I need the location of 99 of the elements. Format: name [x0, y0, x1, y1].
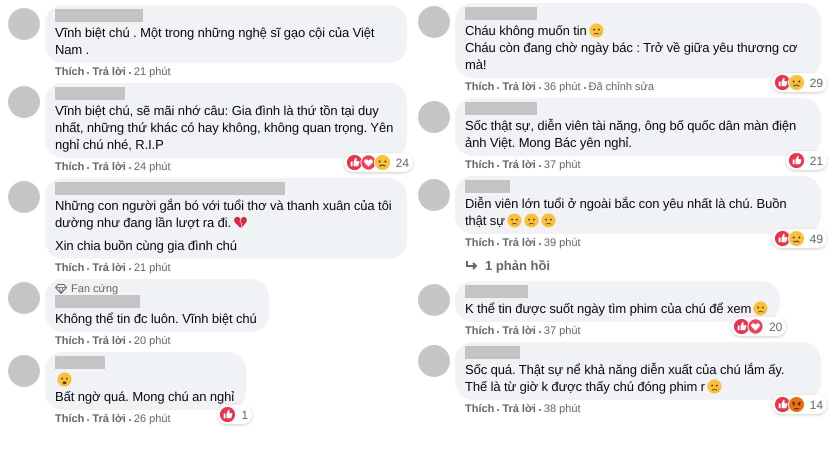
separator-dot — [497, 330, 500, 332]
comment-text: Không thể tin đc luôn. Vĩnh biệt chú — [55, 311, 257, 326]
reaction-count: 20 — [768, 320, 782, 334]
timestamp[interactable]: 20 phút — [134, 335, 171, 348]
reaction-badge[interactable]: 21 — [786, 151, 827, 170]
separator-dot — [538, 408, 541, 410]
like-link[interactable]: Thích — [465, 325, 494, 338]
avatar[interactable] — [418, 284, 450, 316]
like-link[interactable]: Thích — [465, 159, 494, 172]
reply-link[interactable]: Trả lời — [92, 335, 126, 348]
redacted-name — [465, 285, 528, 298]
replies-link[interactable]: 1 phản hồi — [465, 258, 550, 273]
like-link[interactable]: Thích — [55, 413, 84, 426]
reaction-badge[interactable]: 24 — [344, 153, 413, 172]
separator-dot — [87, 166, 90, 168]
avatar[interactable] — [8, 282, 40, 314]
redacted-name — [465, 180, 510, 193]
reaction-count: 29 — [810, 76, 823, 90]
separator-dot — [87, 340, 90, 342]
redacted-name — [465, 7, 537, 20]
comment-text: Bất ngờ quá. Mong chú an nghỉ — [55, 389, 234, 404]
avatar[interactable] — [418, 101, 450, 133]
timestamp[interactable]: 21 phút — [134, 66, 171, 79]
redacted-name — [55, 87, 125, 100]
reply-link[interactable]: Trả lời — [92, 66, 126, 79]
separator-dot — [128, 72, 131, 74]
timestamp[interactable]: 26 phút — [134, 413, 171, 426]
comment-text: Sốc quá. Thật sự nể khả năng diễn xuất của chú lắm ấy. Thế là từ giờ k được thấy chú đóng phim r — [465, 362, 784, 394]
diamond-icon — [55, 284, 67, 294]
reply-link[interactable]: Trả lời — [92, 262, 126, 275]
reaction-count: 21 — [810, 154, 823, 168]
reaction-count: 1 — [241, 408, 248, 422]
avatar[interactable] — [8, 86, 40, 118]
like-link[interactable]: Thích — [465, 81, 494, 94]
reply-link[interactable]: Trả lời — [502, 237, 536, 250]
reaction-badge[interactable]: 29 — [772, 73, 827, 92]
comment-text: Vĩnh biệt chú, sẽ mãi nhớ câu: Gia đình là thứ tồn tại duy nhất, những thứ khác có hay không, không quan trọng. Yên nghỉ chú nhé, R.I.P — [55, 103, 394, 152]
reply-link[interactable]: Trả lời — [502, 81, 536, 94]
reaction-badge[interactable]: 1 — [217, 405, 252, 424]
separator-dot — [497, 86, 500, 88]
separator-dot — [538, 86, 541, 88]
avatar[interactable] — [418, 6, 450, 38]
reaction-count: 24 — [396, 156, 409, 170]
separator-dot — [538, 242, 541, 244]
timestamp[interactable]: 24 phút — [134, 161, 171, 174]
timestamp[interactable]: 37 phút — [544, 159, 581, 172]
reply-link[interactable]: Trả lời — [502, 403, 536, 416]
separator-dot — [497, 408, 500, 410]
reply-link[interactable]: Trả lời — [92, 161, 126, 174]
timestamp[interactable]: 39 phút — [544, 237, 581, 250]
reaction-badge[interactable]: 49 — [772, 229, 827, 248]
comment-text: K thể tin được suốt ngày tìm phim của chú để xem — [465, 301, 752, 316]
like-link[interactable]: Thích — [55, 66, 84, 79]
redacted-name — [465, 102, 537, 115]
separator-dot — [87, 418, 90, 420]
reply-link[interactable]: Trả lời — [502, 325, 536, 338]
separator-dot — [87, 72, 90, 74]
separator-dot — [584, 86, 586, 88]
fan-label: Fan cứng — [71, 283, 118, 295]
separator-dot — [538, 164, 541, 166]
comment-text: Diễn viên lớn tuổi ở ngoài bắc con yêu nhất là chú. Buồn thật sự — [465, 196, 786, 228]
redacted-name — [55, 356, 105, 369]
separator-dot — [497, 164, 500, 166]
separator-dot — [87, 268, 90, 270]
comment-text: Cháu còn đang chờ ngày bác : Trở về giữa yêu thương cơ mà! — [465, 40, 798, 72]
reaction-badge[interactable]: 14 — [772, 395, 827, 414]
reaction-count: 49 — [810, 232, 823, 246]
reaction-count: 14 — [810, 398, 823, 412]
separator-dot — [128, 418, 131, 420]
reply-link[interactable]: Trả lời — [502, 159, 536, 172]
reaction-badge[interactable]: 20 — [730, 317, 786, 336]
like-link[interactable]: Thích — [55, 262, 84, 275]
avatar[interactable] — [418, 179, 450, 211]
reply-link[interactable]: Trả lời — [92, 413, 126, 426]
comment-text: Vĩnh biệt chú . Một trong những nghệ sĩ gạo cội của Việt Nam . — [55, 25, 374, 57]
reply-arrow-icon — [465, 260, 479, 272]
avatar[interactable] — [418, 345, 450, 377]
timestamp[interactable]: 37 phút — [544, 325, 581, 338]
avatar[interactable] — [8, 181, 40, 213]
separator-dot — [497, 242, 500, 244]
avatar[interactable] — [8, 8, 40, 40]
redacted-name — [465, 346, 520, 359]
like-link[interactable]: Thích — [465, 403, 494, 416]
comment-text: Những con người gắn bó với tuổi thơ và thanh xuân của tôi dường như đang lần lượt ra đi. — [55, 198, 392, 230]
separator-dot — [538, 330, 541, 332]
avatar[interactable] — [8, 355, 40, 387]
separator-dot — [128, 268, 131, 270]
timestamp[interactable]: 21 phút — [134, 262, 171, 275]
comment-text: Xin chia buồn cùng gia đình chú — [55, 238, 237, 253]
edited-label: Đã chỉnh sửa — [588, 81, 654, 94]
timestamp[interactable]: 36 phút — [544, 81, 581, 94]
like-link[interactable]: Thích — [55, 161, 84, 174]
timestamp[interactable]: 38 phút — [544, 403, 581, 416]
like-link[interactable]: Thích — [465, 237, 494, 250]
like-link[interactable]: Thích — [55, 335, 84, 348]
comment-text: Sốc thật sự, diễn viên tài năng, ông bố quốc dân màn điện ảnh Việt. Mong Bác yên nghỉ. — [465, 118, 796, 150]
separator-dot — [128, 340, 131, 342]
separator-dot — [128, 166, 131, 168]
comment-text: Cháu không muốn tin — [465, 23, 587, 38]
